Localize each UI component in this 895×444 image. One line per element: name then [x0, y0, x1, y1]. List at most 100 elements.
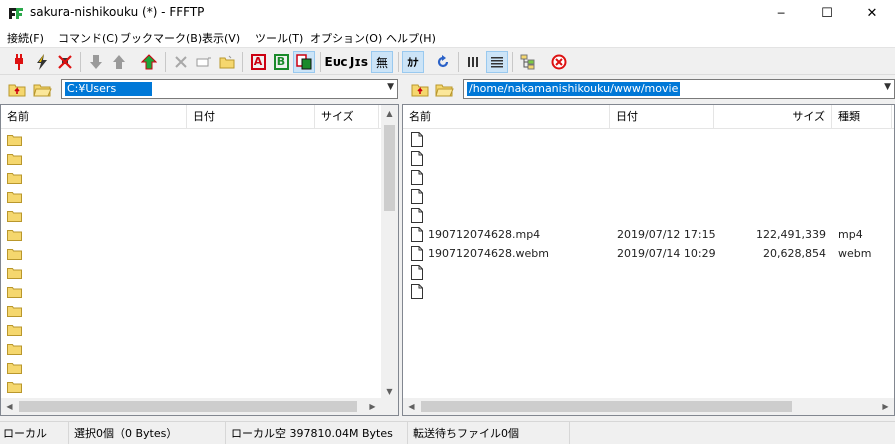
table-row[interactable]: 190712074628.webm 2019/07/14 10:29 20,628,…: [403, 244, 894, 263]
disconnect-button[interactable]: [54, 51, 76, 73]
column-size[interactable]: サイズ: [315, 105, 379, 129]
column-date[interactable]: 日付: [187, 105, 315, 129]
chevron-down-icon[interactable]: ▼: [387, 82, 394, 92]
sync-folder-button[interactable]: [517, 51, 539, 73]
file-icon: [411, 284, 423, 299]
remote-file-list[interactable]: 名前 日付 サイズ 種類 190712074628.mp4 2019/07/12 …: [402, 104, 895, 416]
folder-icon: [7, 230, 22, 241]
delete-button[interactable]: [170, 51, 192, 73]
menu-help[interactable]: ヘルプ(H): [386, 30, 436, 46]
table-row[interactable]: 190712074628.mp4 2019/07/12 17:15 122,491,…: [403, 225, 894, 244]
menu-tools[interactable]: ツール(T): [255, 30, 303, 46]
refresh-button[interactable]: [432, 51, 454, 73]
table-row[interactable]: [403, 263, 894, 282]
auto-mode-button[interactable]: [293, 51, 315, 73]
remote-path-combo[interactable]: /home/nakamanishikouku/www/movie ▼: [463, 79, 895, 99]
scroll-thumb[interactable]: [421, 401, 792, 412]
status-queue: 転送待ちファイル0個: [410, 422, 570, 444]
ascii-mode-button[interactable]: A: [247, 51, 269, 73]
connect-button[interactable]: [8, 51, 30, 73]
minimize-button[interactable]: ─: [758, 0, 804, 27]
list-item[interactable]: [1, 130, 398, 149]
table-row[interactable]: [403, 130, 894, 149]
local-path-text[interactable]: C:¥Users: [65, 82, 152, 96]
up-folder-icon[interactable]: [7, 80, 27, 98]
scroll-right-icon[interactable]: ▶: [877, 398, 894, 415]
column-date[interactable]: 日付: [610, 105, 714, 129]
table-row[interactable]: [403, 187, 894, 206]
jis-kanji-button[interactable]: Jɪs: [348, 51, 370, 73]
list-item[interactable]: [1, 358, 398, 377]
column-name[interactable]: 名前: [403, 105, 610, 129]
list-item[interactable]: [1, 168, 398, 187]
column-name[interactable]: 名前: [1, 105, 187, 129]
table-row[interactable]: [403, 206, 894, 225]
list-view-button[interactable]: [463, 51, 485, 73]
chevron-down-icon[interactable]: ▼: [884, 82, 891, 92]
menu-connect[interactable]: 接続(F): [7, 30, 44, 46]
file-icon: [411, 227, 423, 242]
scroll-left-icon[interactable]: ◀: [403, 398, 420, 415]
list-item[interactable]: [1, 206, 398, 225]
menu-bookmark[interactable]: ブックマーク(B): [120, 30, 202, 46]
binary-mode-button[interactable]: B: [270, 51, 292, 73]
mirror-upload-button[interactable]: [138, 51, 160, 73]
table-row[interactable]: [403, 282, 894, 301]
rename-icon: [196, 57, 211, 67]
folder-icon: [7, 154, 22, 165]
table-row[interactable]: [403, 149, 894, 168]
make-directory-button[interactable]: [216, 51, 238, 73]
list-item[interactable]: [1, 301, 398, 320]
close-button[interactable]: ✕: [849, 0, 895, 27]
column-size[interactable]: サイズ: [714, 105, 832, 129]
kana-conversion-button[interactable]: ｶﾅ: [402, 51, 424, 73]
scroll-right-icon[interactable]: ▶: [364, 398, 381, 415]
scroll-left-icon[interactable]: ◀: [1, 398, 18, 415]
detail-view-button[interactable]: [486, 51, 508, 73]
open-folder-icon[interactable]: [434, 80, 454, 98]
jis-icon: Jɪs: [349, 55, 369, 69]
folder-icon: [7, 135, 22, 146]
menu-options[interactable]: オプション(O): [310, 30, 382, 46]
local-horizontal-scrollbar[interactable]: ◀ ▶: [1, 398, 381, 415]
euc-kanji-button[interactable]: Eᴜc: [325, 51, 348, 73]
toolbar: A B Eᴜc Jɪs 無 ｶﾅ: [0, 47, 895, 75]
table-row[interactable]: [403, 168, 894, 187]
list-item[interactable]: [1, 339, 398, 358]
local-file-list[interactable]: 名前 日付 サイズ ▲ ▼ ◀ ▶: [0, 104, 399, 416]
toolbar-separator: [398, 52, 399, 72]
remote-path-text[interactable]: /home/nakamanishikouku/www/movie: [467, 82, 681, 96]
list-item[interactable]: [1, 377, 398, 396]
list-item[interactable]: [1, 263, 398, 282]
scroll-thumb[interactable]: [19, 401, 357, 412]
no-conversion-button[interactable]: 無: [371, 51, 393, 73]
maximize-icon: ☐: [821, 6, 833, 21]
scroll-thumb[interactable]: [384, 125, 395, 211]
toolbar-separator: [458, 52, 459, 72]
quick-connect-button[interactable]: [31, 51, 53, 73]
list-item[interactable]: [1, 244, 398, 263]
rename-button[interactable]: [193, 51, 215, 73]
list-item[interactable]: [1, 225, 398, 244]
open-folder-icon[interactable]: [32, 80, 52, 98]
down-arrow-icon: [90, 55, 102, 69]
list-item[interactable]: [1, 149, 398, 168]
local-path-combo[interactable]: C:¥Users ▼: [61, 79, 398, 99]
stop-button[interactable]: [548, 51, 570, 73]
remote-path-bar: /home/nakamanishikouku/www/movie ▼: [402, 76, 895, 102]
list-item[interactable]: [1, 282, 398, 301]
list-item[interactable]: [1, 187, 398, 206]
maximize-button[interactable]: ☐: [804, 0, 850, 27]
list-item[interactable]: [1, 320, 398, 339]
up-folder-icon[interactable]: [410, 80, 430, 98]
remote-horizontal-scrollbar[interactable]: ◀ ▶: [403, 398, 894, 415]
upload-button[interactable]: [108, 51, 130, 73]
file-size: [714, 187, 826, 206]
download-button[interactable]: [85, 51, 107, 73]
file-size: [714, 282, 826, 301]
local-vertical-scrollbar[interactable]: ▲ ▼: [381, 105, 398, 400]
menu-command[interactable]: コマンド(C): [58, 30, 118, 46]
column-type[interactable]: 種類: [832, 105, 892, 129]
menu-view[interactable]: 表示(V): [202, 30, 240, 46]
scroll-up-icon[interactable]: ▲: [381, 105, 398, 122]
